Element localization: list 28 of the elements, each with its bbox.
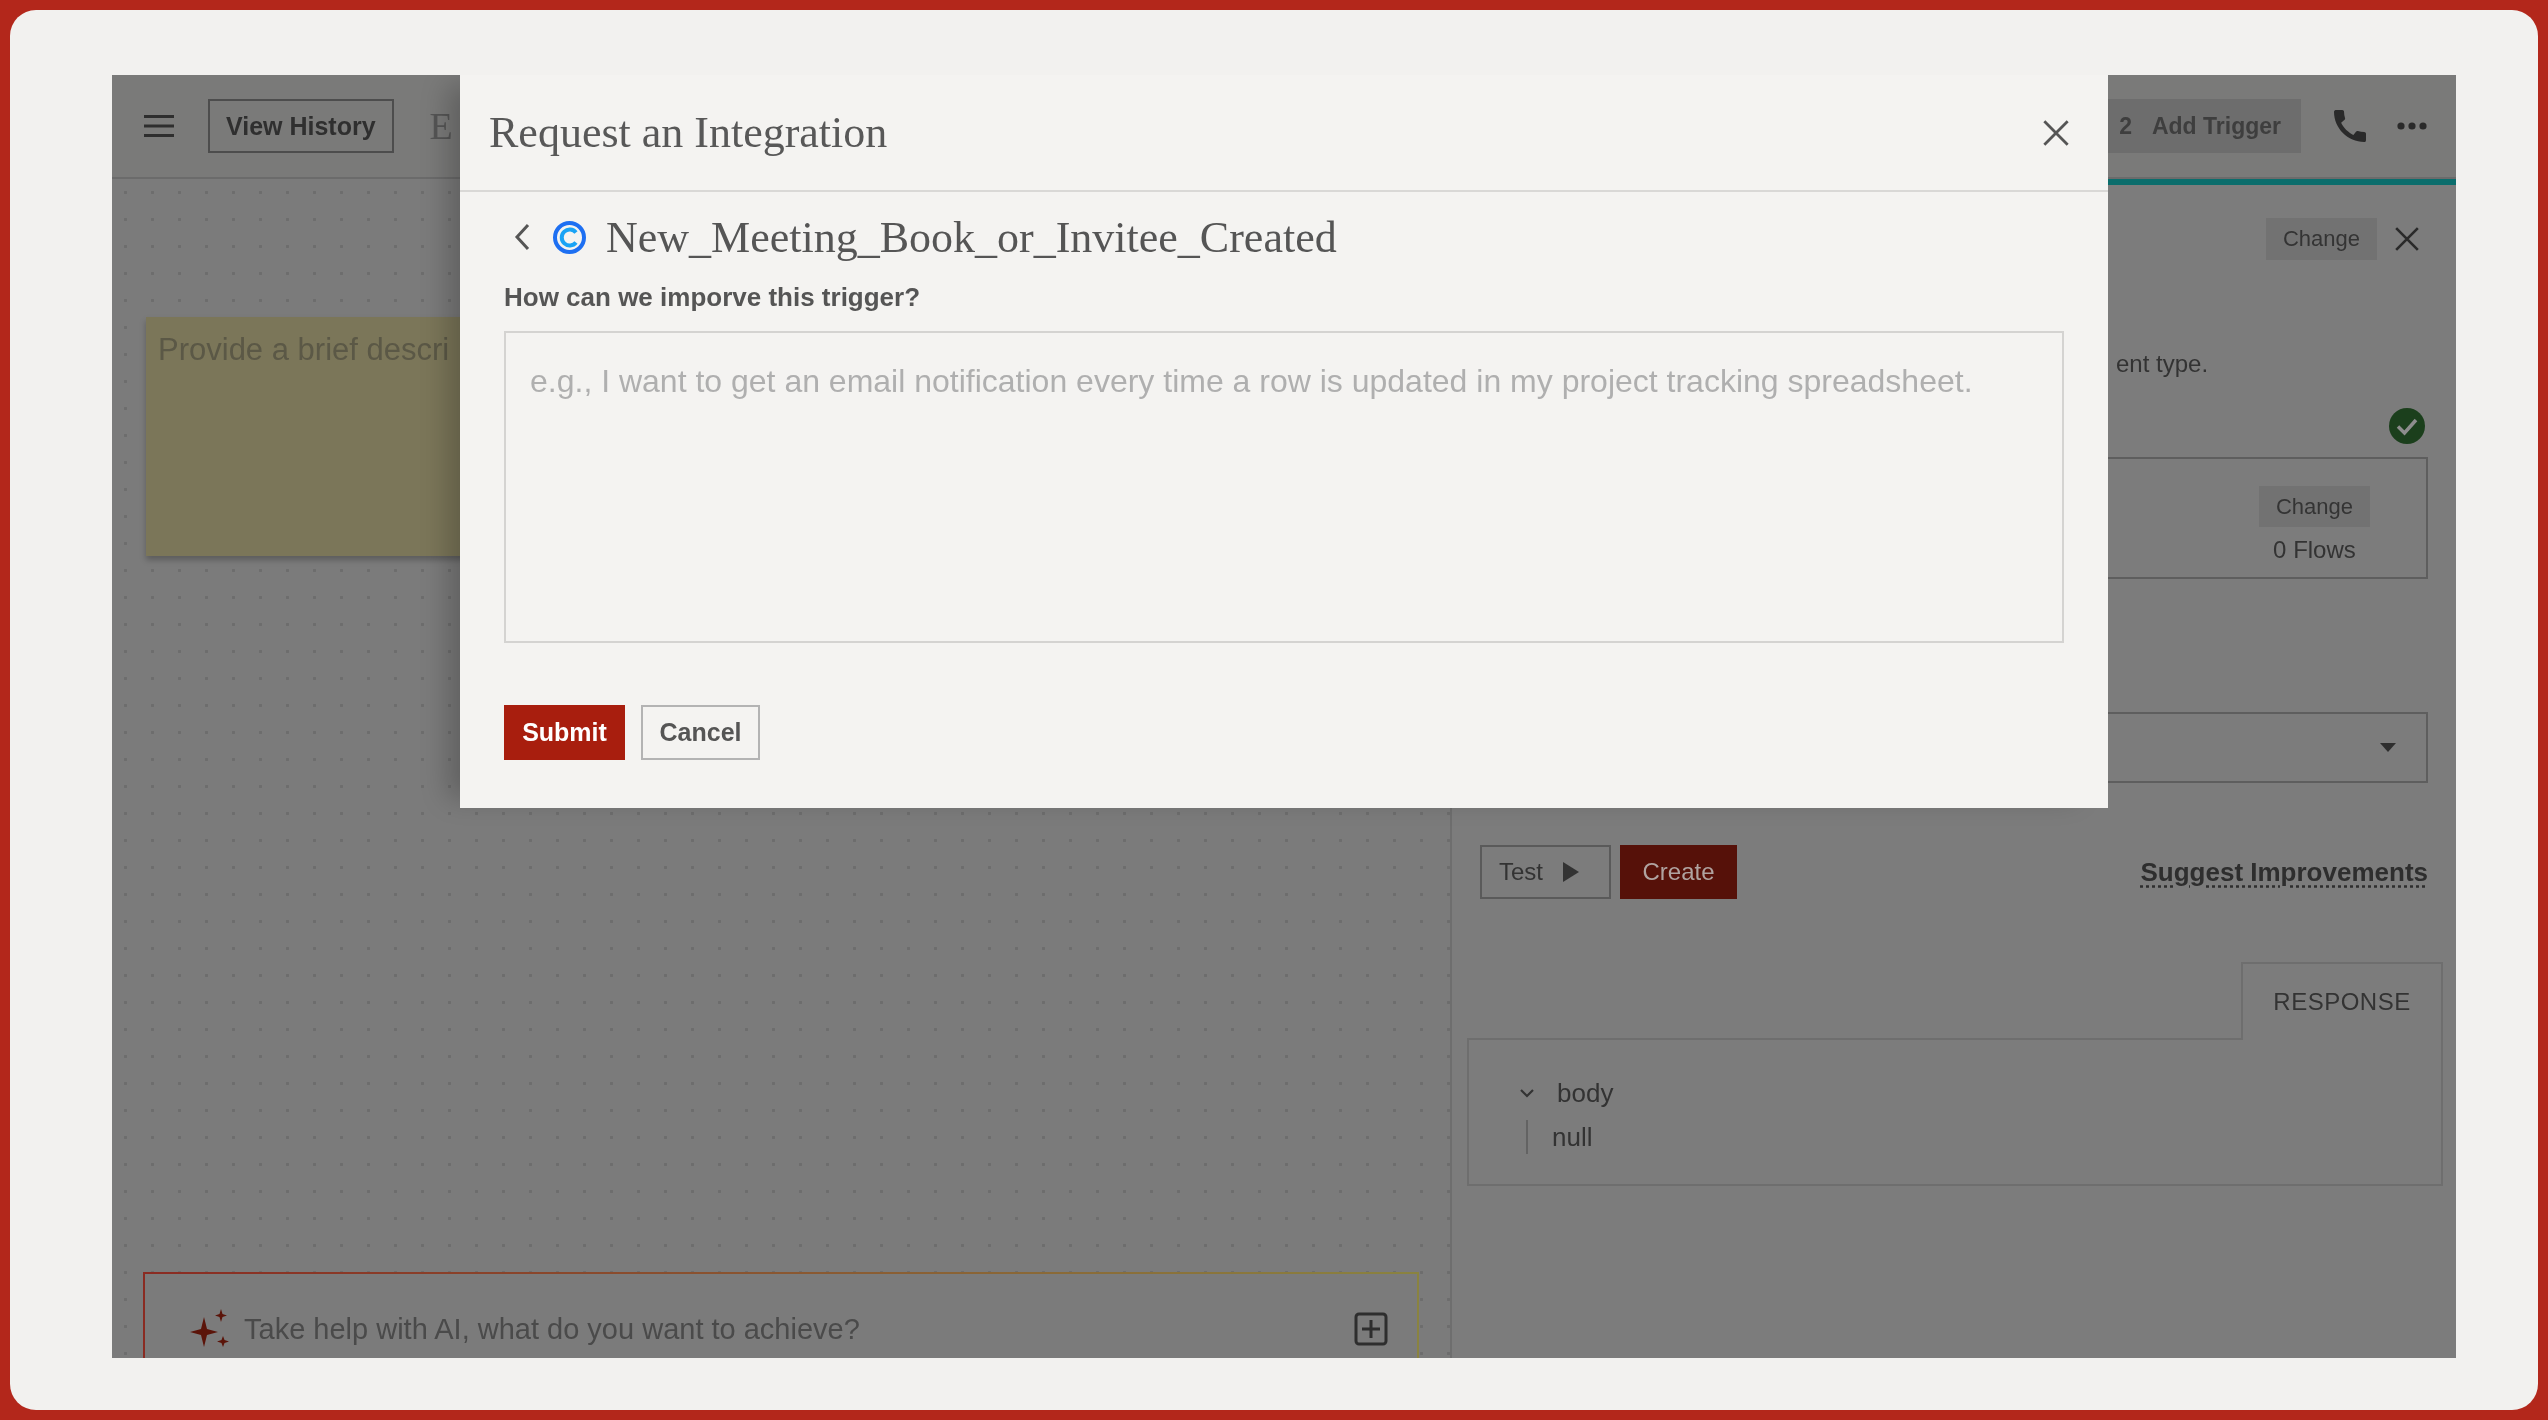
change-button[interactable]: Change	[2258, 486, 2370, 527]
menu-icon[interactable]	[144, 115, 174, 137]
change-button[interactable]: Change	[2265, 218, 2377, 260]
tree-value: null	[1552, 1121, 1593, 1154]
sparkles-icon	[190, 1309, 230, 1349]
more-icon[interactable]	[2397, 122, 2427, 130]
plus-square-icon[interactable]	[1354, 1312, 1388, 1346]
submit-button[interactable]: Submit	[504, 705, 625, 760]
chevron-left-icon[interactable]	[514, 223, 530, 251]
suggest-improvements-link[interactable]: Suggest Improvements	[2140, 856, 2428, 888]
logo-icon	[553, 220, 586, 254]
question-label: How can we imporve this trigger?	[504, 282, 921, 312]
response-tab[interactable]: RESPONSE	[2241, 962, 2443, 1040]
dialog-title: Request an Integration	[489, 107, 888, 158]
tree-key: body	[1557, 1077, 1614, 1109]
feedback-field[interactable]: e.g., I want to get an email notification every time a row is updated in my project tracking spreadsheet.	[504, 331, 2064, 643]
cancel-button[interactable]: Cancel	[641, 705, 760, 760]
view-history-button[interactable]: View History	[208, 99, 394, 153]
test-button[interactable]: Test	[1480, 845, 1611, 899]
caret-down-icon	[2380, 743, 2396, 752]
trigger-name: New_Meeting_Book_or_Invitee_Created	[606, 211, 1337, 263]
phone-icon[interactable]	[2334, 110, 2366, 142]
flows-count: 0 Flows	[2273, 536, 2356, 564]
description-text: ent type.	[2116, 349, 2209, 379]
close-icon[interactable]	[2394, 226, 2420, 252]
play-icon	[1563, 862, 1579, 882]
create-button[interactable]: Create	[1620, 845, 1737, 899]
close-icon[interactable]	[2042, 118, 2070, 147]
